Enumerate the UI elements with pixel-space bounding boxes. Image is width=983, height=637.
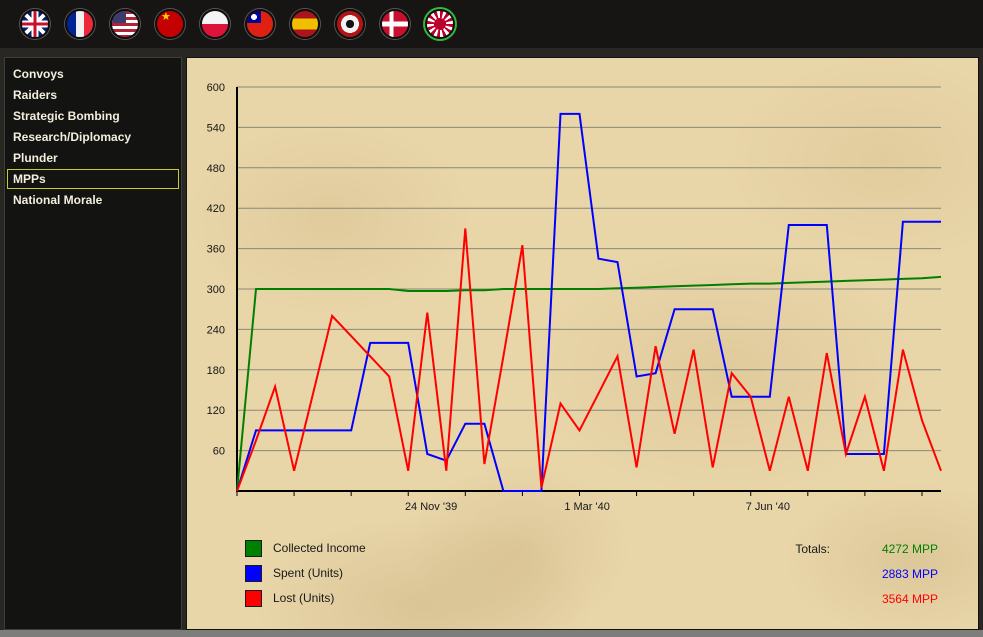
totals-row: 3564 MPP	[795, 590, 938, 608]
svg-text:480: 480	[207, 163, 225, 175]
report-panel: 60 120 180 240 300 360 420 480 540 600 24 Nov '39 1…	[186, 57, 979, 630]
svg-text:240: 240	[207, 324, 225, 336]
legend-swatch-collected-income	[245, 539, 262, 557]
bottom-strip	[0, 630, 983, 637]
svg-text:420: 420	[207, 203, 225, 215]
svg-text:7 Jun '40: 7 Jun '40	[746, 501, 790, 513]
sidebar-item-mpps[interactable]: MPPs	[7, 169, 179, 189]
legend-row: Spent (Units)	[245, 564, 366, 582]
legend-label-collected-income: Collected Income	[273, 541, 366, 555]
svg-text:120: 120	[207, 405, 225, 417]
spain-flag[interactable]	[290, 9, 320, 39]
legend-swatch-spent-units	[245, 564, 262, 582]
svg-text:600: 600	[207, 82, 225, 94]
sidebar-item-convoys[interactable]: Convoys	[7, 64, 179, 84]
app-window: ConvoysRaidersStrategic BombingResearch/…	[0, 0, 983, 637]
denmark-flag[interactable]	[380, 9, 410, 39]
report-menu: Convoys Raiders Strategic Bombing Research/…	[4, 57, 182, 630]
totals-row: Totals: 4272 MPP	[795, 540, 938, 558]
france-flag[interactable]	[65, 9, 95, 39]
totals-row: 2883 MPP	[795, 565, 938, 583]
japan-flag[interactable]	[425, 9, 455, 39]
total-lost-units: 3564 MPP	[881, 592, 938, 606]
chart-legend: Collected Income Spent (Units) Lost (Units…	[245, 539, 366, 614]
svg-text:180: 180	[207, 365, 225, 377]
svg-text:540: 540	[207, 122, 225, 134]
svg-text:60: 60	[213, 446, 225, 458]
svg-text:360: 360	[207, 244, 225, 256]
ussr-flag[interactable]	[155, 9, 185, 39]
svg-text:24 Nov '39: 24 Nov '39	[405, 501, 457, 513]
sidebar-item-plunder[interactable]: Plunder	[7, 148, 179, 168]
legend-row: Lost (Units)	[245, 589, 366, 607]
sidebar-item-research-diplomacy[interactable]: Research/Diplomacy	[7, 127, 179, 147]
legend-swatch-lost-units	[245, 589, 262, 607]
poland-flag[interactable]	[200, 9, 230, 39]
usa-flag[interactable]	[110, 9, 140, 39]
germany-flag[interactable]	[335, 9, 365, 39]
content-area: Convoys Raiders Strategic Bombing Research/…	[4, 57, 979, 630]
chart-totals: Totals: 4272 MPP 2883 MPP 3564 MPP	[795, 540, 938, 615]
legend-label-spent-units: Spent (Units)	[273, 566, 344, 580]
svg-text:1 Mar '40: 1 Mar '40	[564, 501, 610, 513]
total-collected-income: 4272 MPP	[881, 542, 938, 556]
totals-label: Totals:	[795, 542, 830, 556]
sidebar-item-raiders[interactable]: Raiders	[7, 85, 179, 105]
svg-text:300: 300	[207, 284, 225, 296]
sidebar-item-national-morale[interactable]: National Morale	[7, 190, 179, 210]
total-spent-units: 2883 MPP	[881, 567, 938, 581]
sidebar-item-strategic-bombing[interactable]: Strategic Bombing	[7, 106, 179, 126]
legend-label-lost-units: Lost (Units)	[273, 591, 335, 605]
uk-flag[interactable]	[20, 9, 50, 39]
china-flag[interactable]	[245, 9, 275, 39]
legend-row: Collected Income	[245, 539, 366, 557]
nation-flag-bar	[0, 0, 983, 48]
mpp-chart: 60 120 180 240 300 360 420 480 540 600 24 Nov '39 1…	[207, 82, 942, 513]
